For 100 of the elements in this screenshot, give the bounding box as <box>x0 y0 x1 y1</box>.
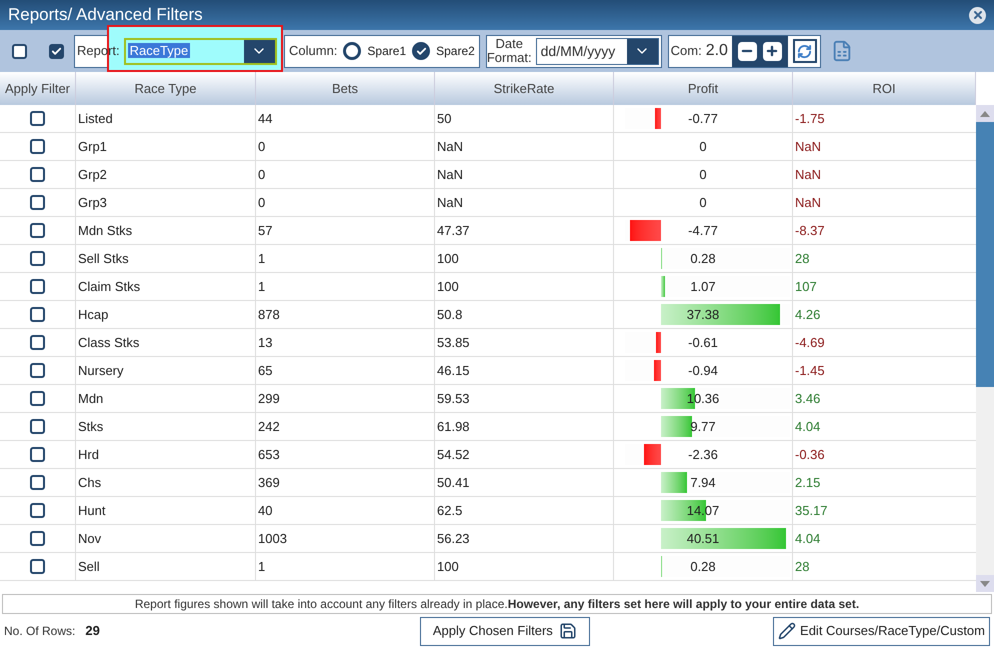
table-cell-text: 44 <box>258 110 272 128</box>
scroll-thumb[interactable] <box>976 122 994 387</box>
checkbox[interactable] <box>12 44 27 58</box>
table-cell-text: Hcap <box>78 306 108 324</box>
rows-count: 29 <box>85 622 100 640</box>
column-header[interactable]: Apply Filter <box>0 72 76 105</box>
scroll-down-icon[interactable] <box>980 580 990 586</box>
checkbox[interactable] <box>30 419 45 434</box>
table-cell-text: Mdn Stks <box>78 222 132 240</box>
date-format-select[interactable]: dd/MM/yyyy <box>536 38 659 64</box>
table-cell-text: 369 <box>258 474 280 492</box>
table-cell-text: 62.5 <box>437 502 462 520</box>
table-cell-text: -1.75 <box>795 110 825 128</box>
info-note: Report figures shown will take into account any filters already in place.However, any filters set here will apply to your entire data set. <box>2 594 992 614</box>
check-icon <box>51 46 62 56</box>
table-cell-text: 1003 <box>258 530 287 548</box>
refresh-icon <box>797 44 812 58</box>
check-icon <box>416 46 427 56</box>
checkbox[interactable] <box>30 279 45 294</box>
pencil-icon <box>778 622 796 640</box>
checkbox[interactable] <box>30 111 45 126</box>
checkbox[interactable] <box>30 391 45 406</box>
table-cell-text: 0 <box>699 194 707 212</box>
table-cell-text: Claim Stks <box>78 278 140 296</box>
plus-icon <box>765 44 780 58</box>
column-header[interactable]: StrikeRate <box>435 72 614 105</box>
table-cell-text: 100 <box>437 250 459 268</box>
table-cell-text: 0 <box>258 194 266 212</box>
plus-button[interactable] <box>762 42 782 60</box>
table-cell-text: 50.41 <box>437 474 470 492</box>
radio-button[interactable] <box>343 42 362 60</box>
table-cell-text: -0.94 <box>688 362 718 380</box>
minus-button[interactable] <box>738 42 757 60</box>
table-cell-text: 1.07 <box>690 278 716 296</box>
com-value: 2.0 <box>704 41 729 61</box>
table-cell-text: Grp3 <box>78 194 107 212</box>
date-label: Date <box>495 37 523 51</box>
apply-filters-button[interactable]: Apply Chosen Filters <box>420 616 590 646</box>
table-cell-text: Sell Stks <box>78 250 129 268</box>
window-title: Reports/ Advanced Filters <box>8 4 203 26</box>
checkbox[interactable] <box>30 307 45 322</box>
table-cell-text: 65 <box>258 362 272 380</box>
table-cell-text: 0 <box>699 166 707 184</box>
close-button[interactable] <box>969 6 986 24</box>
table-cell-text: 1 <box>258 250 266 268</box>
table-cell-text: 53.85 <box>437 334 470 352</box>
com-label: Com: <box>670 42 702 60</box>
checkbox[interactable] <box>30 195 45 210</box>
table-cell-text: -8.37 <box>795 222 825 240</box>
table-cell-text: NaN <box>795 194 822 212</box>
dropdown-button[interactable] <box>626 38 658 64</box>
table-cell-text: 37.38 <box>686 306 720 324</box>
table-cell-text: 653 <box>258 446 280 464</box>
checkbox[interactable] <box>30 363 45 378</box>
checkbox[interactable] <box>30 559 45 574</box>
scrollbar[interactable] <box>976 72 994 592</box>
table-cell-text: Stks <box>78 418 104 436</box>
table-cell-text: 0 <box>699 138 707 156</box>
table-cell-text: NaN <box>795 138 822 156</box>
column-header[interactable]: Race Type <box>76 72 256 105</box>
checkbox[interactable] <box>49 44 64 58</box>
scroll-up-icon[interactable] <box>980 110 990 116</box>
checkbox[interactable] <box>30 251 45 266</box>
table-cell-text: 299 <box>258 390 280 408</box>
table-cell-text: 242 <box>258 418 280 436</box>
table-cell-text: Listed <box>78 110 113 128</box>
table-cell-text: 57 <box>258 222 272 240</box>
table-cell-text: Grp2 <box>78 166 107 184</box>
report-select[interactable]: RaceType <box>124 38 277 64</box>
table-cell-text: 46.15 <box>437 362 470 380</box>
table-cell-text: 56.23 <box>437 530 470 548</box>
edit-button[interactable]: Edit Courses/RaceType/Custom <box>773 616 990 646</box>
column-header[interactable]: Profit <box>614 72 793 105</box>
table-cell-text: -0.77 <box>688 110 718 128</box>
checkbox[interactable] <box>30 167 45 182</box>
radio-button[interactable] <box>412 42 430 60</box>
checkbox[interactable] <box>30 335 45 350</box>
table-cell-text: 13 <box>258 334 272 352</box>
checkbox[interactable] <box>30 447 45 462</box>
close-icon <box>972 9 984 21</box>
checkbox[interactable] <box>30 503 45 518</box>
table-cell-text: NaN <box>437 194 464 212</box>
table-cell-text: 59.53 <box>437 390 470 408</box>
table-cell-text: 47.37 <box>437 222 470 240</box>
table-cell-text: 4.04 <box>795 530 820 548</box>
scrollbar-corner <box>976 72 994 105</box>
date-format-value: dd/MM/yyyy <box>540 42 616 61</box>
save-icon <box>558 622 577 640</box>
checkbox[interactable] <box>30 139 45 154</box>
column-header[interactable]: Bets <box>256 72 435 105</box>
table-cell-text: 35.17 <box>795 502 828 520</box>
refresh-button[interactable] <box>792 39 817 63</box>
checkbox[interactable] <box>30 475 45 490</box>
dropdown-button[interactable] <box>244 40 275 62</box>
checkbox[interactable] <box>30 531 45 546</box>
checkbox[interactable] <box>30 223 45 238</box>
radio-label: Spare2 <box>436 43 475 60</box>
table-cell-text: NaN <box>437 138 464 156</box>
table-cell-text: 100 <box>437 558 459 576</box>
table-cell-text: 2.15 <box>795 474 820 492</box>
